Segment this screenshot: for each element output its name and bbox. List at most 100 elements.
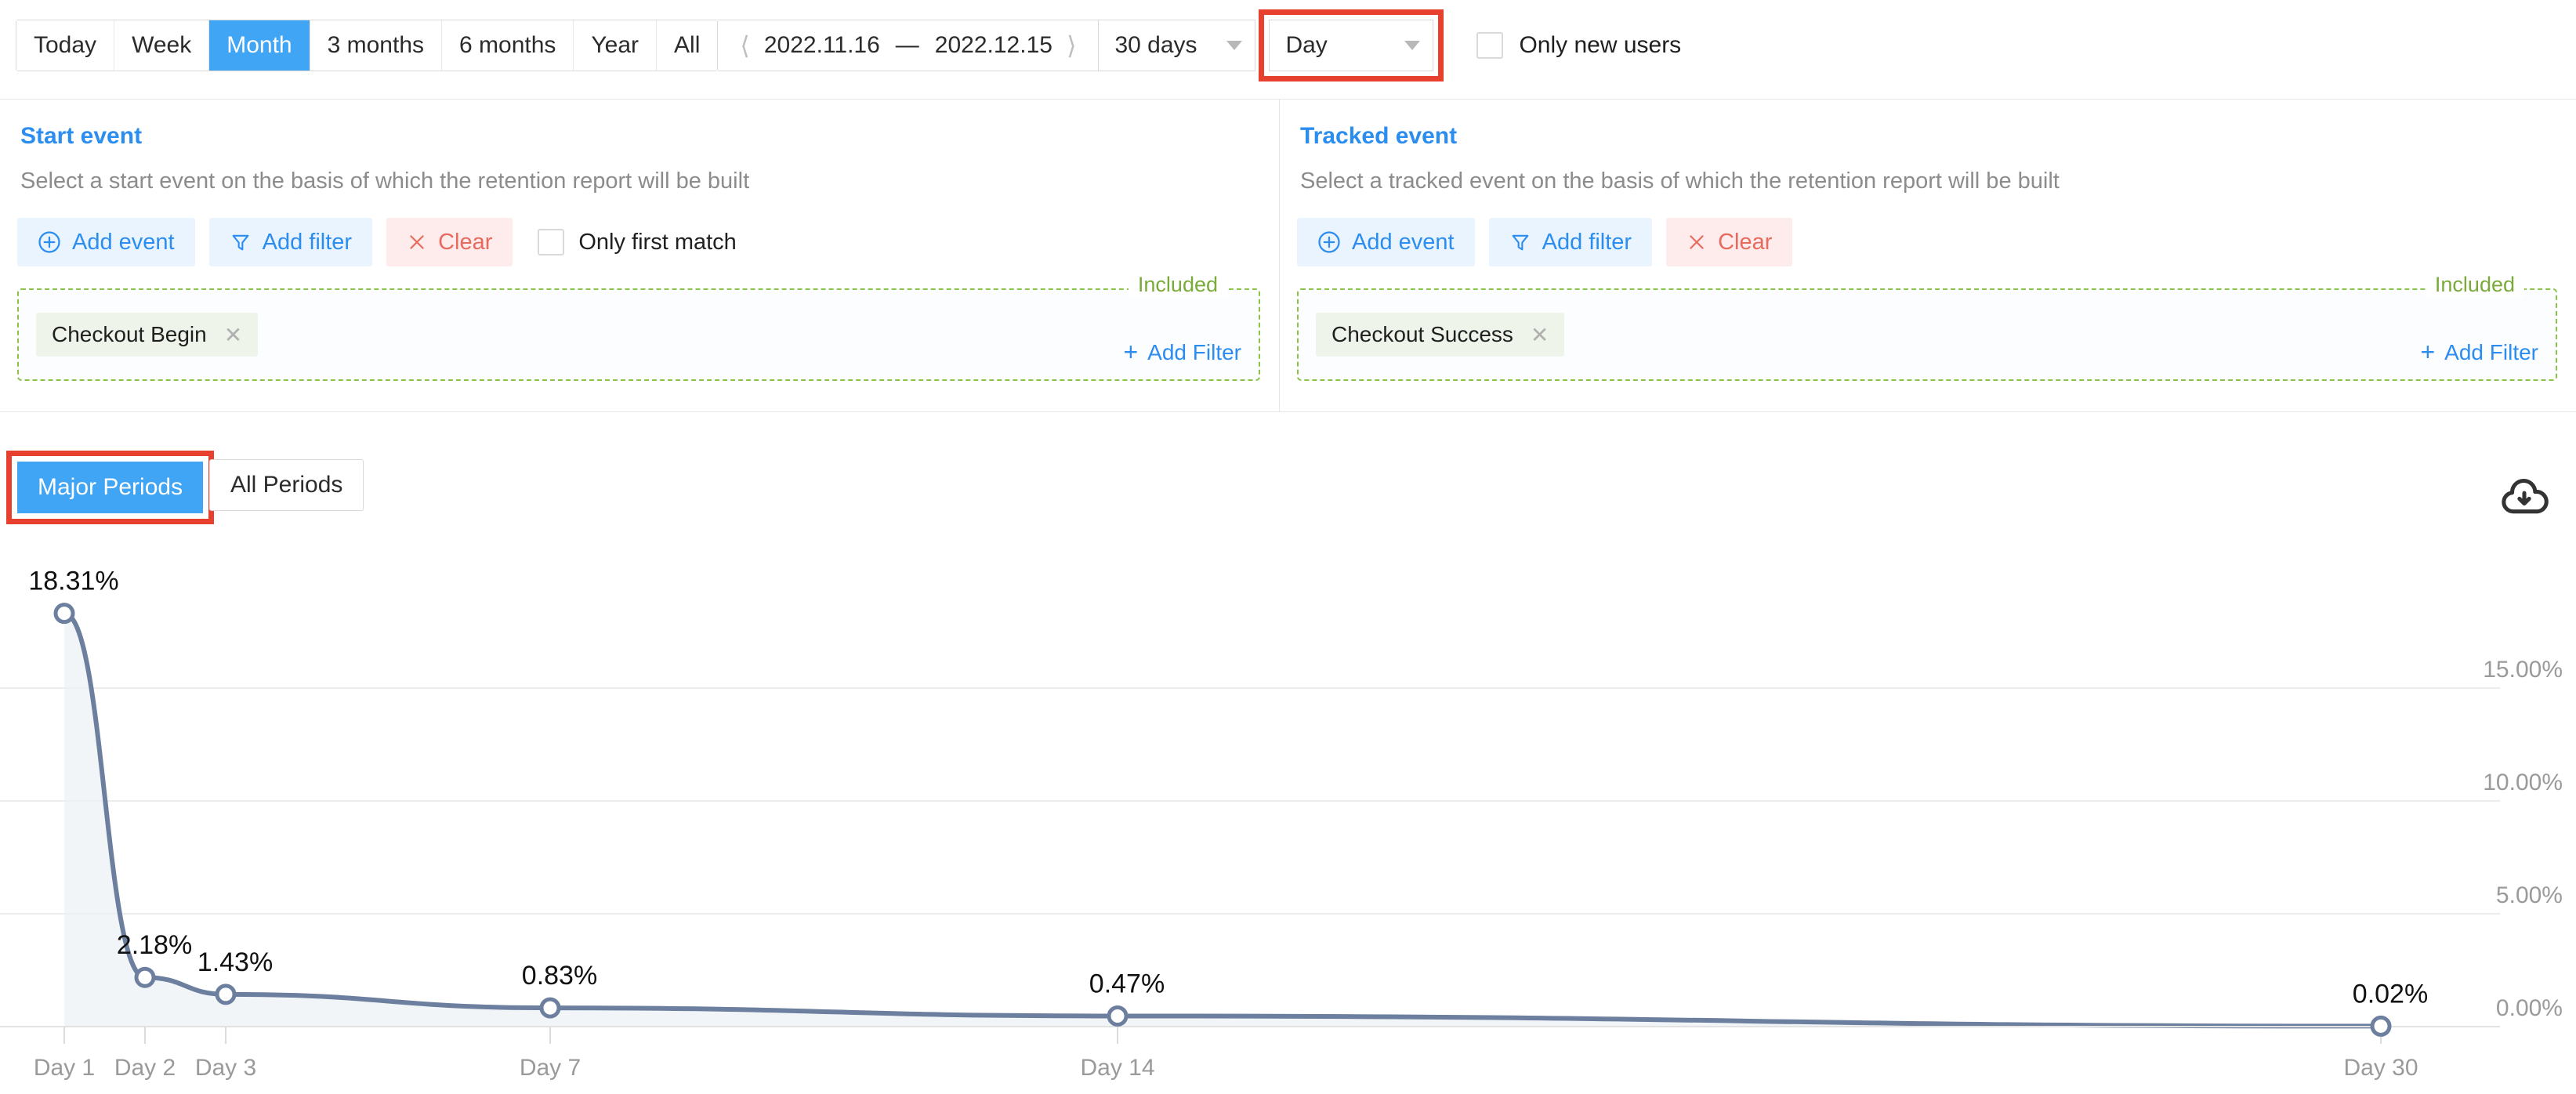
- tracked-clear-label: Clear: [1718, 229, 1773, 255]
- x-axis-tick-label: Day 30: [2343, 1055, 2418, 1081]
- date-range-display: ⟨ 2022.11.16 — 2022.12.15 ⟩: [718, 20, 1100, 71]
- only-first-match-label: Only first match: [578, 229, 737, 255]
- chart-data-point[interactable]: [539, 997, 561, 1019]
- tab-major-periods[interactable]: Major Periods: [17, 462, 204, 513]
- start-add-event-button[interactable]: Add event: [17, 218, 195, 266]
- tracked-add-event-label: Add event: [1352, 229, 1455, 255]
- start-event-panel: Start event Select a start event on the …: [0, 100, 1280, 411]
- chart-data-point[interactable]: [53, 603, 75, 625]
- start-event-tag-label: Checkout Begin: [52, 322, 207, 346]
- start-clear-label: Clear: [438, 229, 493, 255]
- funnel-icon: [1509, 231, 1531, 253]
- granularity-value: Day: [1285, 32, 1328, 58]
- tracked-event-tag-label: Checkout Success: [1331, 322, 1513, 346]
- start-clear-button[interactable]: Clear: [386, 218, 513, 266]
- range-option-week[interactable]: Week: [114, 20, 210, 71]
- tracked-included-label: Included: [2425, 273, 2524, 297]
- range-option-6-months[interactable]: 6 months: [442, 20, 574, 71]
- chart-data-point[interactable]: [2370, 1015, 2392, 1037]
- tracked-event-button-row: Add event Add filter Clear: [1297, 218, 2557, 266]
- plus-circle-icon: [38, 230, 61, 254]
- start-add-filter-link[interactable]: + Add Filter: [1123, 338, 1241, 367]
- cloud-download-icon[interactable]: [2499, 472, 2549, 522]
- chart-point-label: 0.02%: [2353, 979, 2428, 1009]
- chart-point-label: 1.43%: [197, 947, 273, 977]
- tracked-add-filter-link[interactable]: + Add Filter: [2420, 338, 2538, 367]
- funnel-icon: [230, 231, 252, 253]
- event-config-panels: Start event Select a start event on the …: [0, 99, 2576, 412]
- only-new-users-control[interactable]: Only new users: [1476, 32, 1681, 59]
- chart-data-point[interactable]: [134, 966, 156, 988]
- x-axis-tick-label: Day 2: [114, 1055, 176, 1081]
- chevron-down-icon: [1226, 41, 1243, 50]
- plus-circle-icon: [1317, 230, 1341, 254]
- chevron-down-icon: [1404, 41, 1421, 50]
- tracked-add-filter-link-label: Add Filter: [2444, 339, 2538, 364]
- tracked-event-title: Tracked event: [1300, 123, 1458, 149]
- y-axis-tick-label: 0.00%: [2496, 995, 2563, 1021]
- close-icon: [407, 232, 427, 252]
- tracked-clear-button[interactable]: Clear: [1666, 218, 1793, 266]
- window-size-value: 30 days: [1114, 32, 1197, 58]
- date-start: 2022.11.16: [763, 32, 880, 58]
- tracked-included-box: Included Checkout Success ✕ + Add Filter: [1297, 273, 2557, 381]
- range-option-all[interactable]: All: [657, 20, 718, 71]
- tab-all-periods[interactable]: All Periods: [209, 459, 364, 511]
- range-option-today[interactable]: Today: [16, 20, 115, 71]
- tracked-event-subtitle: Select a tracked event on the basis of w…: [1300, 168, 2060, 194]
- range-option-year[interactable]: Year: [574, 20, 658, 71]
- chart-point-label: 2.18%: [117, 930, 192, 960]
- remove-tag-icon[interactable]: ✕: [1531, 322, 1549, 348]
- chevron-right-icon[interactable]: ⟩: [1056, 31, 1087, 60]
- tracked-event-tag[interactable]: Checkout Success ✕: [1316, 313, 1565, 357]
- chart-line: [62, 610, 2383, 1029]
- only-first-match-checkbox[interactable]: [538, 229, 565, 255]
- x-axis-tick-label: Day 1: [34, 1055, 95, 1081]
- date-separator: —: [895, 32, 919, 58]
- granularity-select[interactable]: Day: [1269, 20, 1434, 71]
- x-axis-tick-label: Day 7: [520, 1055, 581, 1081]
- start-event-title: Start event: [20, 123, 143, 149]
- x-axis-tick-label: Day 14: [1080, 1055, 1154, 1081]
- top-toolbar: Today Week Month 3 months 6 months Year …: [0, 0, 2576, 91]
- only-first-match-control[interactable]: Only first match: [538, 229, 737, 255]
- tracked-event-panel: Tracked event Select a tracked event on …: [1280, 100, 2576, 411]
- plus-icon: +: [2420, 338, 2436, 366]
- chart-area-fill: [64, 613, 2381, 1027]
- tracked-add-filter-button[interactable]: Add filter: [1488, 218, 1653, 266]
- chevron-left-icon[interactable]: ⟨: [729, 31, 760, 60]
- y-axis-tick-label: 15.00%: [2483, 657, 2563, 683]
- start-event-subtitle: Select a start event on the basis of whi…: [20, 168, 750, 194]
- only-new-users-label: Only new users: [1519, 32, 1682, 58]
- remove-tag-icon[interactable]: ✕: [224, 322, 242, 348]
- start-included-label: Included: [1128, 273, 1227, 297]
- start-add-filter-link-label: Add Filter: [1147, 339, 1241, 364]
- period-tabs-highlight-box: Major Periods: [6, 451, 215, 524]
- chart-point-label: 0.47%: [1089, 969, 1165, 998]
- start-add-event-label: Add event: [72, 229, 175, 255]
- start-event-tag[interactable]: Checkout Begin ✕: [36, 313, 259, 357]
- y-axis-tick-label: 10.00%: [2483, 770, 2563, 795]
- tracked-add-event-button[interactable]: Add event: [1297, 218, 1475, 266]
- window-size-select[interactable]: 30 days: [1099, 20, 1256, 71]
- retention-chart: 0.00% 5.00% 10.00% 15.00% 18.31% Day 1 2.18% Da…: [0, 541, 2576, 1094]
- chart-data-point[interactable]: [215, 984, 237, 1005]
- x-axis-tick-label: Day 3: [195, 1055, 256, 1081]
- retention-line-chart: 0.00% 5.00% 10.00% 15.00% 18.31% Day 1 2.18% Da…: [0, 567, 2563, 1081]
- start-add-filter-label: Add filter: [262, 229, 353, 255]
- chart-data-point[interactable]: [1107, 1005, 1129, 1027]
- only-new-users-checkbox[interactable]: [1476, 32, 1504, 59]
- range-option-3-months[interactable]: 3 months: [310, 20, 443, 71]
- start-add-filter-button[interactable]: Add filter: [208, 218, 373, 266]
- tracked-add-filter-label: Add filter: [1542, 229, 1632, 255]
- chart-point-label: 0.83%: [522, 961, 597, 991]
- y-axis-tick-label: 5.00%: [2496, 882, 2563, 908]
- plus-icon: +: [1123, 338, 1139, 366]
- date-end: 2022.12.15: [934, 32, 1053, 58]
- granularity-highlight-box: Day: [1259, 9, 1444, 82]
- date-range-segmented-control[interactable]: Today Week Month 3 months 6 months Year …: [16, 20, 719, 71]
- close-icon: [1687, 232, 1707, 252]
- range-option-month[interactable]: Month: [209, 20, 310, 71]
- start-included-box: Included Checkout Begin ✕ + Add Filter: [17, 273, 1260, 381]
- start-event-button-row: Add event Add filter Clear Only first ma…: [17, 218, 1260, 266]
